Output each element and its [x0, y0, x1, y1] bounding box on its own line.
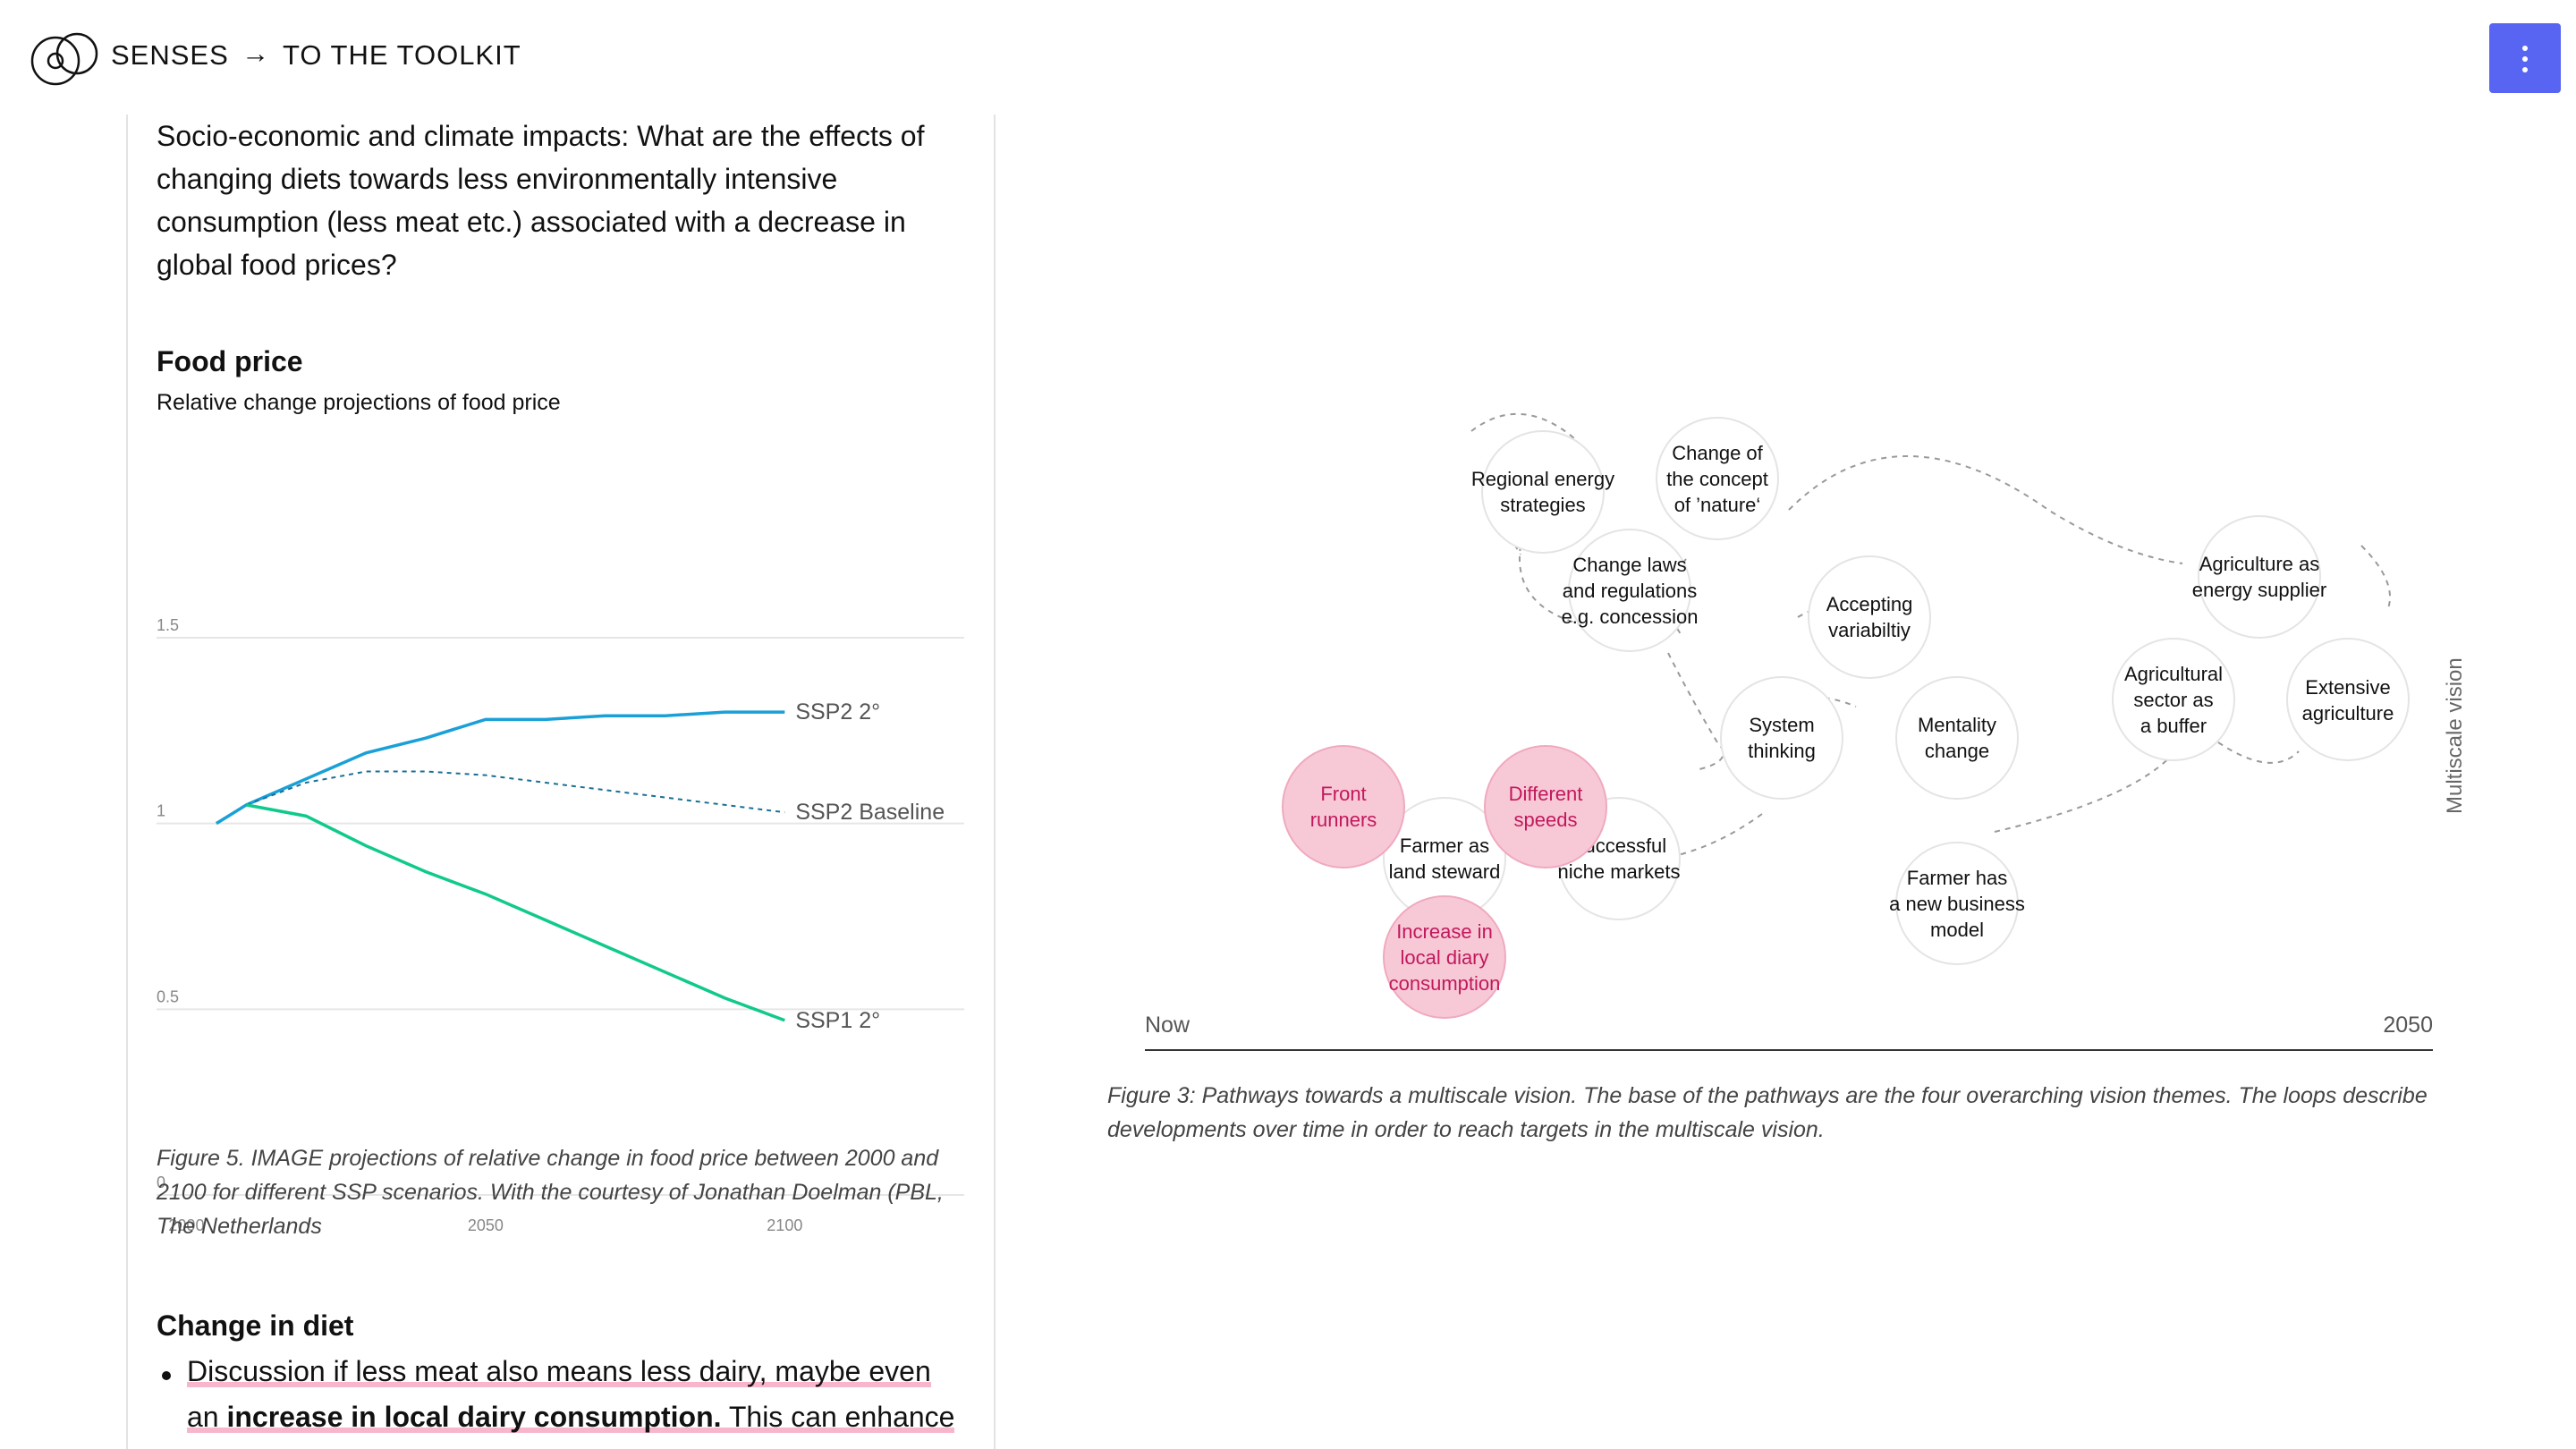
brand-link[interactable]: SENSES [111, 39, 229, 72]
bubble-text: local diary [1400, 946, 1488, 969]
bubble-text: Mentality [1918, 714, 1996, 736]
series-label: SSP1 2° [795, 1008, 880, 1033]
y-tick-label: 0.5 [157, 987, 179, 1005]
series-label: SSP2 2° [795, 699, 880, 724]
bubble-regional-energy: Regional energy strategies [1471, 430, 1614, 554]
bubble-text: agriculture [2302, 702, 2394, 724]
bubble-text: land steward [1389, 860, 1501, 883]
bubble-business-model: Farmer has a new business model [1889, 842, 2025, 965]
bubble-accepting: Accepting variabiltiy [1808, 555, 1931, 679]
bubble-extensive: Extensive agriculture [2286, 638, 2410, 761]
axis-now-label: Now [1145, 1013, 1191, 1038]
bubble-text: e.g. concession [1562, 606, 1699, 628]
bubble-local-diary[interactable]: Increase in local diary consumption [1383, 895, 1506, 1019]
bubble-text: Front [1320, 783, 1366, 805]
bubble-text: Farmer has [1907, 867, 2007, 889]
series-line [245, 770, 785, 814]
bubble-text: Agriculture as [2199, 553, 2320, 575]
bubble-text: energy supplier [2192, 579, 2326, 601]
vertical-dots-icon [2522, 46, 2528, 51]
top-bar: SENSES → TO THE TOOLKIT [0, 0, 2576, 112]
food-price-subtitle: Relative change projections of food pric… [157, 390, 561, 415]
change-in-diet-heading: Change in diet [157, 1309, 354, 1342]
bubble-text: consumption [1389, 972, 1501, 995]
bubble-text: Accepting [1826, 593, 1913, 615]
series-line [246, 803, 785, 1022]
dot [2522, 56, 2528, 62]
bubble-different-speeds[interactable]: Different speeds [1484, 745, 1607, 869]
intro-question: Socio-economic and climate impacts: What… [157, 120, 925, 281]
bubble-text: niche markets [1558, 860, 1681, 883]
bubble-text: Change laws [1572, 554, 1686, 576]
multiscale-vision-label: Multiscale vision [2443, 657, 2467, 814]
bubble-change-concept: Change of the concept of ’nature‘ [1656, 417, 1779, 540]
bubble-text: Extensive [2305, 676, 2390, 699]
bubble-text: sector as [2133, 689, 2213, 711]
bubble-text: model [1930, 919, 1984, 941]
bubble-text: a buffer [2140, 715, 2207, 737]
bubble-text: and regulations [1563, 580, 1697, 602]
y-tick-label: 1 [157, 802, 165, 820]
bubble-text: Regional energy [1471, 468, 1614, 490]
bullet-dot [162, 1371, 171, 1380]
bubble-mentality: Mentality change [1895, 676, 2019, 800]
dot [2522, 67, 2528, 72]
bubble-text: of ’nature‘ [1674, 494, 1761, 516]
bubble-text: Change of [1672, 442, 1763, 464]
axis-2050-label: 2050 [2383, 1013, 2433, 1038]
bubble-text: strategies [1500, 494, 1585, 516]
series-line [215, 710, 785, 826]
bubble-text: a new business [1889, 893, 2025, 915]
bubble-text: Different [1509, 783, 1583, 805]
figure-5-caption: Figure 5. IMAGE projections of relative … [157, 1146, 944, 1239]
bubble-text: System [1749, 714, 1814, 736]
bubble-text: variabiltiy [1828, 619, 1911, 641]
figure-3-caption: Figure 3: Pathways towards a multiscale … [1107, 1083, 2428, 1142]
bubble-agri-buffer: Agricultural sector as a buffer [2112, 638, 2235, 761]
bullet-text-part2: This can enhance [721, 1401, 955, 1433]
content-panel[interactable]: Socio-economic and climate impacts: What… [126, 114, 996, 1449]
bullet-text-bold: increase in local dairy consumption. [226, 1401, 722, 1433]
senses-logo-icon[interactable] [27, 27, 107, 88]
bubble-system-thinking: System thinking [1720, 676, 1843, 800]
toolkit-link[interactable]: TO THE TOOLKIT [283, 39, 521, 72]
bubble-text: Agricultural [2124, 663, 2223, 685]
bubble-front-runners[interactable]: Front runners [1282, 745, 1405, 869]
menu-button[interactable] [2489, 23, 2561, 93]
y-tick-label: 1.5 [157, 616, 179, 634]
bubble-text: change [1925, 740, 1989, 762]
diet-bullet: Discussion if less meat also means less … [187, 1349, 965, 1440]
bubble-text: Increase in [1396, 920, 1493, 943]
series-label: SSP2 Baseline [795, 800, 945, 825]
pathways-diagram: Regional energy strategies Change of the… [1145, 412, 2467, 1051]
bubble-text: Farmer as [1400, 835, 1489, 857]
bubble-text: the concept [1666, 468, 1768, 490]
bubble-text: thinking [1748, 740, 1816, 762]
bubble-agri-energy: Agriculture as energy supplier [2192, 515, 2326, 639]
bubble-text: runners [1310, 809, 1377, 831]
bubble-change-laws: Change laws and regulations e.g. concess… [1562, 529, 1699, 652]
bubble-text: speeds [1514, 809, 1578, 831]
arrow-right-icon: → [242, 38, 269, 69]
food-price-heading: Food price [157, 345, 303, 377]
